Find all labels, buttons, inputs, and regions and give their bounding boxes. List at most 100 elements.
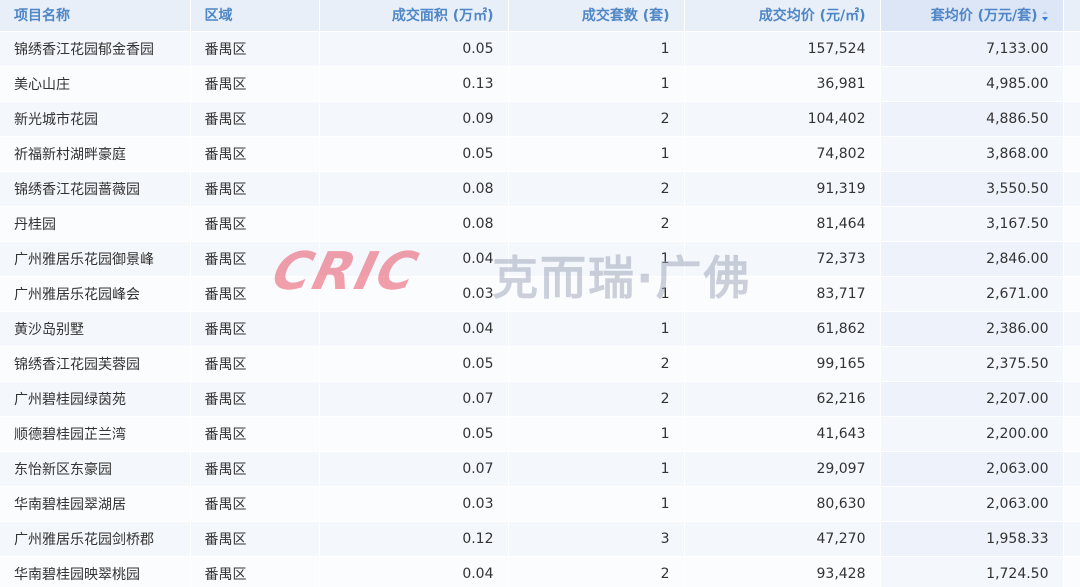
column-header-district[interactable]: 区域 bbox=[190, 0, 320, 32]
table-row[interactable]: 黄沙岛别墅 番禺区 0.04 1 61,862 2,386.00 bbox=[0, 311, 1080, 347]
cell-district: 番禺区 bbox=[190, 31, 320, 67]
cell-area: 0.12 bbox=[319, 521, 509, 557]
table-row[interactable]: 华南碧桂园映翠桃园 番禺区 0.04 2 93,428 1,724.50 bbox=[0, 556, 1080, 587]
cell-area: 0.04 bbox=[319, 311, 509, 347]
cell-unit-avg-price: 2,063.00 bbox=[880, 451, 1064, 487]
table-row[interactable]: 祈福新村湖畔豪庭 番禺区 0.05 1 74,802 3,868.00 bbox=[0, 136, 1080, 172]
cell-units: 1 bbox=[508, 276, 685, 312]
cell-units: 2 bbox=[508, 556, 685, 587]
cell-district: 番禺区 bbox=[190, 276, 320, 312]
row-gutter bbox=[1063, 311, 1080, 347]
row-gutter bbox=[1063, 451, 1080, 487]
table-row[interactable]: 美心山庄 番禺区 0.13 1 36,981 4,985.00 bbox=[0, 66, 1080, 102]
table-row[interactable]: 广州碧桂园绿茵苑 番禺区 0.07 2 62,216 2,207.00 bbox=[0, 381, 1080, 417]
table-header-row: 项目名称 区域 成交面积 (万㎡) 成交套数 (套) 成交均价 (元/㎡) 套均… bbox=[0, 0, 1080, 32]
row-gutter bbox=[1063, 101, 1080, 137]
cell-avg-price: 41,643 bbox=[684, 416, 881, 452]
cell-unit-avg-price: 2,207.00 bbox=[880, 381, 1064, 417]
cell-area: 0.09 bbox=[319, 101, 509, 137]
cell-avg-price: 62,216 bbox=[684, 381, 881, 417]
row-gutter bbox=[1063, 66, 1080, 102]
cell-project-name: 祈福新村湖畔豪庭 bbox=[0, 136, 191, 172]
cell-project-name: 广州雅居乐花园御景峰 bbox=[0, 241, 191, 277]
cell-project-name: 广州雅居乐花园峰会 bbox=[0, 276, 191, 312]
cell-unit-avg-price: 2,375.50 bbox=[880, 346, 1064, 382]
cell-units: 3 bbox=[508, 521, 685, 557]
cell-project-name: 华南碧桂园翠湖居 bbox=[0, 486, 191, 522]
cell-district: 番禺区 bbox=[190, 486, 320, 522]
cell-area: 0.03 bbox=[319, 276, 509, 312]
cell-avg-price: 104,402 bbox=[684, 101, 881, 137]
cell-avg-price: 80,630 bbox=[684, 486, 881, 522]
cell-avg-price: 29,097 bbox=[684, 451, 881, 487]
column-header-unit-avg-price[interactable]: 套均价 (万元/套) bbox=[880, 0, 1064, 32]
cell-district: 番禺区 bbox=[190, 136, 320, 172]
column-header-area[interactable]: 成交面积 (万㎡) bbox=[319, 0, 509, 32]
cell-project-name: 锦绣香江花园蔷薇园 bbox=[0, 171, 191, 207]
cell-district: 番禺区 bbox=[190, 556, 320, 587]
table-row[interactable]: 新光城市花园 番禺区 0.09 2 104,402 4,886.50 bbox=[0, 101, 1080, 137]
cell-project-name: 锦绣香江花园芙蓉园 bbox=[0, 346, 191, 382]
cell-units: 1 bbox=[508, 136, 685, 172]
cell-units: 2 bbox=[508, 381, 685, 417]
cell-avg-price: 72,373 bbox=[684, 241, 881, 277]
cell-units: 1 bbox=[508, 66, 685, 102]
cell-avg-price: 74,802 bbox=[684, 136, 881, 172]
cell-area: 0.05 bbox=[319, 31, 509, 67]
cell-avg-price: 93,428 bbox=[684, 556, 881, 587]
cell-avg-price: 47,270 bbox=[684, 521, 881, 557]
table-row[interactable]: 华南碧桂园翠湖居 番禺区 0.03 1 80,630 2,063.00 bbox=[0, 486, 1080, 522]
cell-area: 0.07 bbox=[319, 381, 509, 417]
cell-avg-price: 83,717 bbox=[684, 276, 881, 312]
cell-unit-avg-price: 1,724.50 bbox=[880, 556, 1064, 587]
cell-project-name: 锦绣香江花园郁金香园 bbox=[0, 31, 191, 67]
table-row[interactable]: 东怡新区东豪园 番禺区 0.07 1 29,097 2,063.00 bbox=[0, 451, 1080, 487]
cell-units: 1 bbox=[508, 31, 685, 67]
cell-unit-avg-price: 4,985.00 bbox=[880, 66, 1064, 102]
row-gutter bbox=[1063, 206, 1080, 242]
column-header-project-name[interactable]: 项目名称 bbox=[0, 0, 191, 32]
table-row[interactable]: 顺德碧桂园芷兰湾 番禺区 0.05 1 41,643 2,200.00 bbox=[0, 416, 1080, 452]
table-row[interactable]: 锦绣香江花园蔷薇园 番禺区 0.08 2 91,319 3,550.50 bbox=[0, 171, 1080, 207]
row-gutter bbox=[1063, 346, 1080, 382]
cell-units: 2 bbox=[508, 101, 685, 137]
cell-area: 0.04 bbox=[319, 556, 509, 587]
table-row[interactable]: 广州雅居乐花园御景峰 番禺区 0.04 1 72,373 2,846.00 bbox=[0, 241, 1080, 277]
column-header-units[interactable]: 成交套数 (套) bbox=[508, 0, 685, 32]
cell-avg-price: 81,464 bbox=[684, 206, 881, 242]
row-gutter bbox=[1063, 521, 1080, 557]
sort-desc-icon[interactable] bbox=[1041, 11, 1049, 22]
column-header-avg-price[interactable]: 成交均价 (元/㎡) bbox=[684, 0, 881, 32]
data-table-view: 项目名称 区域 成交面积 (万㎡) 成交套数 (套) 成交均价 (元/㎡) 套均… bbox=[0, 0, 1080, 587]
row-gutter bbox=[1063, 241, 1080, 277]
row-gutter bbox=[1063, 276, 1080, 312]
table-row[interactable]: 广州雅居乐花园剑桥郡 番禺区 0.12 3 47,270 1,958.33 bbox=[0, 521, 1080, 557]
table-row[interactable]: 锦绣香江花园芙蓉园 番禺区 0.05 2 99,165 2,375.50 bbox=[0, 346, 1080, 382]
cell-units: 2 bbox=[508, 171, 685, 207]
row-gutter bbox=[1063, 556, 1080, 587]
cell-avg-price: 36,981 bbox=[684, 66, 881, 102]
cell-project-name: 华南碧桂园映翠桃园 bbox=[0, 556, 191, 587]
cell-district: 番禺区 bbox=[190, 416, 320, 452]
cell-area: 0.05 bbox=[319, 416, 509, 452]
cell-district: 番禺区 bbox=[190, 66, 320, 102]
cell-area: 0.07 bbox=[319, 451, 509, 487]
cell-area: 0.13 bbox=[319, 66, 509, 102]
cell-district: 番禺区 bbox=[190, 241, 320, 277]
row-gutter bbox=[1063, 416, 1080, 452]
cell-project-name: 新光城市花园 bbox=[0, 101, 191, 137]
cell-unit-avg-price: 2,671.00 bbox=[880, 276, 1064, 312]
transaction-table: 项目名称 区域 成交面积 (万㎡) 成交套数 (套) 成交均价 (元/㎡) 套均… bbox=[0, 0, 1080, 587]
cell-unit-avg-price: 3,167.50 bbox=[880, 206, 1064, 242]
cell-project-name: 丹桂园 bbox=[0, 206, 191, 242]
row-gutter bbox=[1063, 171, 1080, 207]
cell-area: 0.04 bbox=[319, 241, 509, 277]
cell-avg-price: 157,524 bbox=[684, 31, 881, 67]
cell-area: 0.08 bbox=[319, 171, 509, 207]
table-row[interactable]: 锦绣香江花园郁金香园 番禺区 0.05 1 157,524 7,133.00 bbox=[0, 31, 1080, 67]
cell-units: 2 bbox=[508, 206, 685, 242]
cell-units: 1 bbox=[508, 486, 685, 522]
table-row[interactable]: 广州雅居乐花园峰会 番禺区 0.03 1 83,717 2,671.00 bbox=[0, 276, 1080, 312]
table-row[interactable]: 丹桂园 番禺区 0.08 2 81,464 3,167.50 bbox=[0, 206, 1080, 242]
cell-area: 0.08 bbox=[319, 206, 509, 242]
